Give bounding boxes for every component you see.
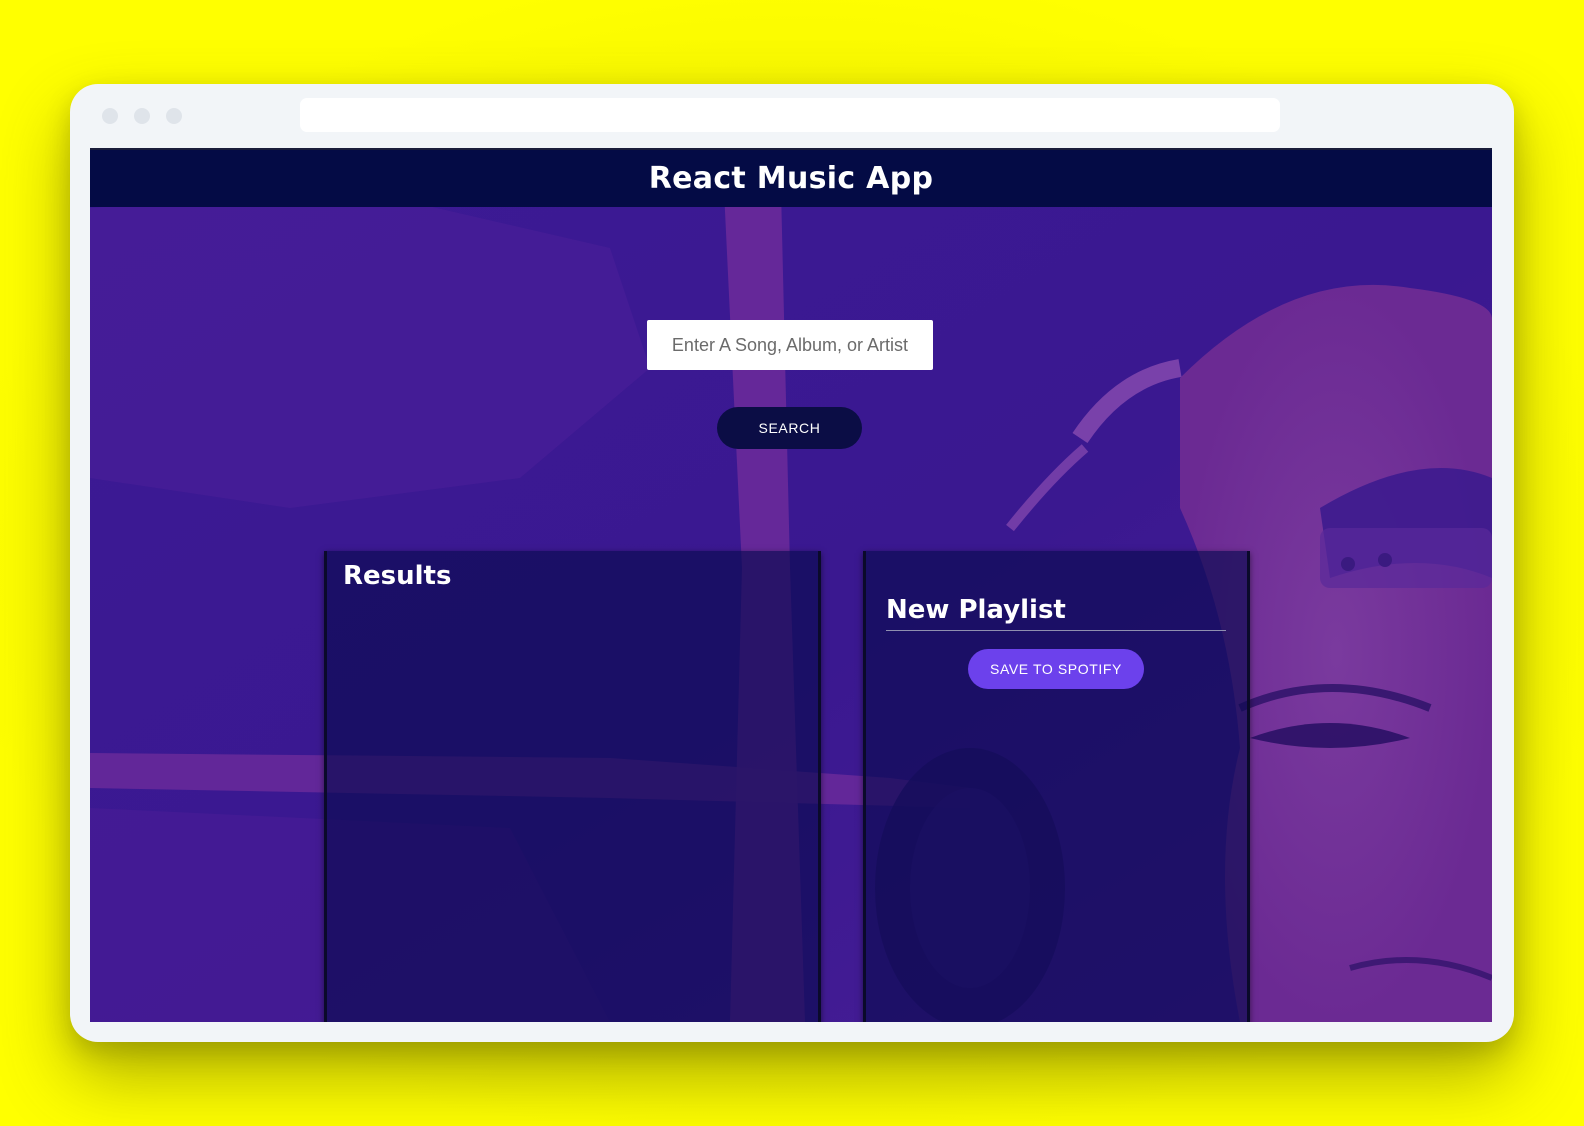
window-minimize-dot-icon[interactable] [134,108,150,124]
page-viewport: React Music App SEARCH Results SAVE TO S… [90,148,1492,1022]
playlist-panel: SAVE TO SPOTIFY [863,551,1250,1022]
address-bar[interactable] [300,98,1280,132]
browser-window: React Music App SEARCH Results SAVE TO S… [70,84,1514,1042]
window-close-dot-icon[interactable] [102,108,118,124]
results-heading: Results [343,561,452,591]
app-header: React Music App [90,148,1492,207]
window-maximize-dot-icon[interactable] [166,108,182,124]
playlist-name-input[interactable] [886,589,1226,631]
search-button[interactable]: SEARCH [717,407,862,449]
search-input[interactable] [647,320,933,370]
app-title: React Music App [648,161,934,196]
results-panel: Results [324,551,821,1022]
save-to-spotify-button[interactable]: SAVE TO SPOTIFY [968,649,1144,689]
